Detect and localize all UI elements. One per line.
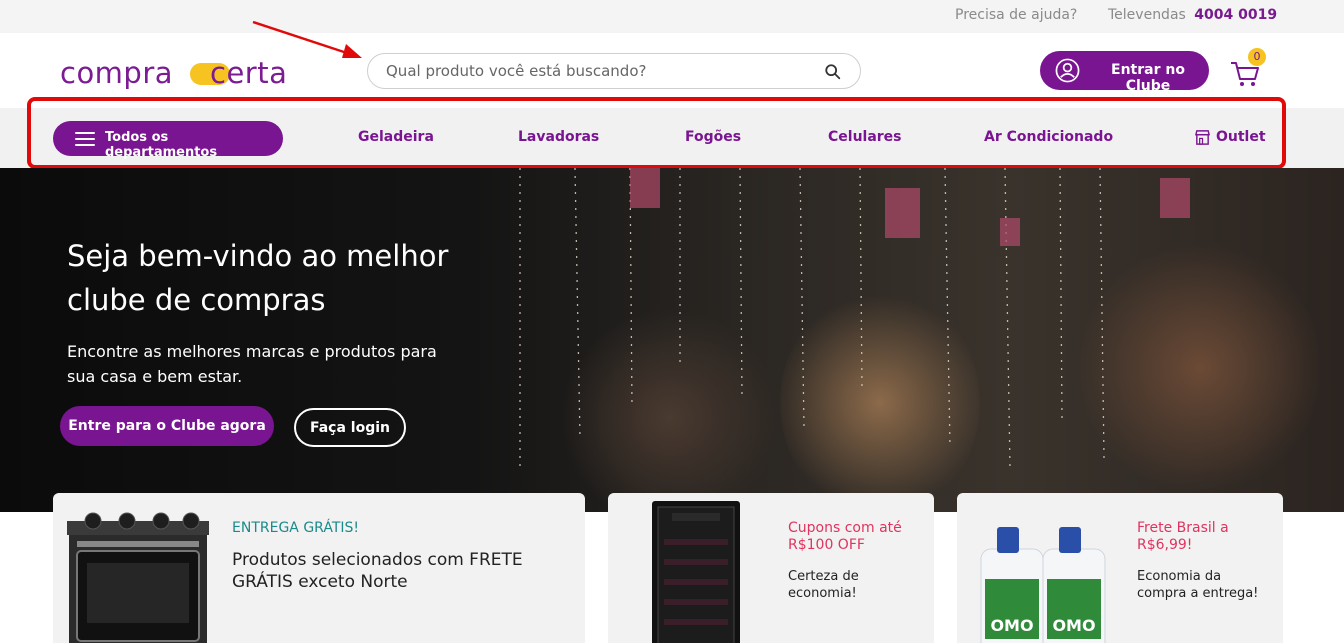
promo-card-free-shipping[interactable]: ENTREGA GRÁTIS! Produtos selecionados co… xyxy=(53,493,585,643)
enter-club-label: Entrar no Clube xyxy=(1111,62,1185,94)
search-bar xyxy=(367,53,861,89)
card3-tag: Frete Brasil a R$6,99! xyxy=(1137,520,1229,553)
hero-subtitle: Encontre as melhores marcas e produtos p… xyxy=(67,342,437,386)
televendas-label: Televendas xyxy=(1108,7,1186,23)
stove-product-image xyxy=(67,512,209,643)
cart-count-badge: 0 xyxy=(1248,48,1266,66)
wine-cooler-product-image xyxy=(652,501,740,643)
promo-card-coupons[interactable]: Cupons com até R$100 OFF Certeza de econ… xyxy=(608,493,934,643)
hero-title: Seja bem-vindo ao melhor clube de compra… xyxy=(67,239,449,317)
annotation-arrow xyxy=(252,20,362,58)
annotation-highlight-box xyxy=(27,97,1286,169)
card2-text: Certeza de economia! xyxy=(788,569,859,601)
card2-tag: Cupons com até R$100 OFF xyxy=(788,520,902,553)
search-input[interactable] xyxy=(386,54,806,88)
svg-text:OMO: OMO xyxy=(990,616,1033,635)
card1-text: Produtos selecionados com FRETE GRÁTIS e… xyxy=(232,550,523,592)
svg-text:OMO: OMO xyxy=(1052,616,1095,635)
search-icon[interactable] xyxy=(824,63,842,81)
televendas-number[interactable]: 4004 0019 xyxy=(1194,7,1277,23)
card3-text: Economia da compra a entrega! xyxy=(1137,569,1259,601)
user-icon xyxy=(1055,58,1080,83)
top-utility-bar: Precisa de ajuda? Televendas 4004 0019 xyxy=(0,0,1344,33)
login-button[interactable]: Faça login xyxy=(294,408,406,447)
join-club-button[interactable]: Entre para o Clube agora xyxy=(60,406,274,446)
detergent-product-image: OMO OMO xyxy=(980,527,1106,643)
promo-card-shipping-brasil[interactable]: OMO OMO Frete Brasil a R$6,99! Economia … xyxy=(957,493,1283,643)
logo-text-compra: compra xyxy=(60,56,174,90)
card1-tag: ENTREGA GRÁTIS! xyxy=(232,520,359,536)
cart-button[interactable]: 0 xyxy=(1228,48,1268,93)
televendas-info: Televendas 4004 0019 xyxy=(1108,7,1277,23)
help-link[interactable]: Precisa de ajuda? xyxy=(955,7,1077,23)
enter-club-button[interactable]: Entrar no Clube xyxy=(1040,51,1209,94)
